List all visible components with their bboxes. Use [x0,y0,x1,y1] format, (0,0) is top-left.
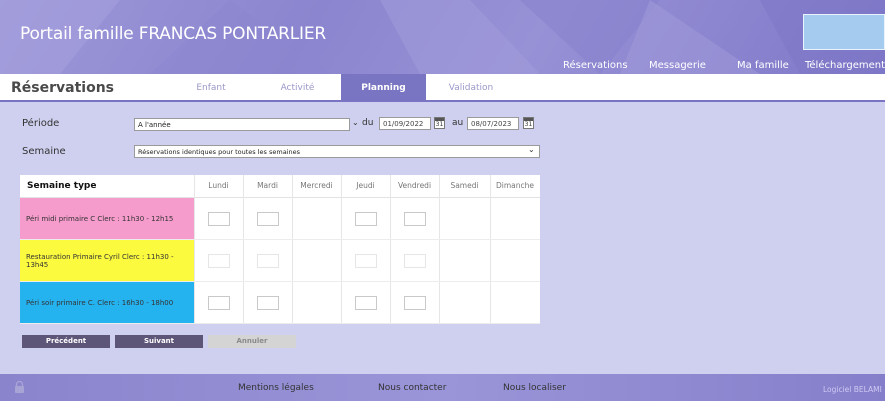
previous-button[interactable]: Précédent [22,335,110,348]
footer-link-nous-contacter[interactable]: Nous contacter [378,383,446,393]
tab-enfant[interactable]: Enfant [186,74,236,102]
portal-brand[interactable]: Portail famille FRANCAS PONTARLIER [20,24,326,44]
footer-link-nous-localiser[interactable]: Nous localiser [503,383,566,393]
checkbox-peri-soir-vendredi[interactable] [404,296,426,310]
date-from-calendar-icon[interactable]: 31 [434,117,445,129]
table-row: Péri soir primaire C. Clerc : 16h30 - 18… [20,282,540,324]
checkbox-restauration-mardi[interactable] [257,254,279,268]
au-label: au [452,118,464,128]
nav-ma-famille[interactable]: Ma famille [737,60,789,71]
footer: Mentions légales Nous contacter Nous loc… [0,374,885,401]
checkbox-peri-midi-jeudi[interactable] [355,212,377,226]
periode-chevron-down-icon[interactable]: ⌄ [352,118,359,127]
checkbox-restauration-vendredi[interactable] [404,254,426,268]
checkbox-peri-soir-lundi[interactable] [208,296,230,310]
next-button[interactable]: Suivant [115,335,203,348]
lock-icon[interactable] [14,381,25,393]
table-row: Péri midi primaire C Clerc : 11h30 - 12h… [20,198,540,240]
footer-credit-link[interactable]: Logiciel BELAMI [823,385,882,394]
page-title: Réservations [11,80,114,96]
header-banner: Portail famille FRANCAS PONTARLIER Réser… [0,0,885,74]
tab-activite[interactable]: Activité [270,74,325,102]
table-header: Semaine type Lundi Mardi Mercredi Jeudi … [20,175,540,198]
checkbox-restauration-jeudi[interactable] [355,254,377,268]
column-header-lundi: Lundi [208,181,229,190]
checkbox-peri-midi-vendredi[interactable] [404,212,426,226]
semaine-label: Semaine [22,146,66,157]
column-header-vendredi: Vendredi [397,181,432,190]
user-avatar-box[interactable] [803,14,885,50]
weekly-planning-table: Semaine type Lundi Mardi Mercredi Jeudi … [20,175,540,324]
periode-label: Période [22,118,60,129]
steps-tab-bar: Réservations Enfant Activité Planning Va… [0,74,885,102]
column-header-samedi: Samedi [450,181,479,190]
date-from-input[interactable]: 01/09/2022 [379,117,431,130]
footer-link-mentions-legales[interactable]: Mentions légales [238,383,314,393]
date-to-calendar-icon[interactable]: 31 [523,117,534,129]
nav-messagerie[interactable]: Messagerie [649,60,706,71]
column-header-mardi: Mardi [257,181,278,190]
tab-planning[interactable]: Planning [341,74,426,102]
tab-underline [0,100,885,102]
semaine-select[interactable]: Réservations identiques pour toutes les … [134,145,540,158]
cancel-button[interactable]: Annuler [208,335,296,348]
checkbox-peri-soir-jeudi[interactable] [355,296,377,310]
checkbox-peri-soir-mardi[interactable] [257,296,279,310]
brand-prefix: Portail famille [20,24,134,44]
row-label-peri-midi: Péri midi primaire C Clerc : 11h30 - 12h… [20,198,194,239]
table-row: Restauration Primaire Cyril Clerc : 11h3… [20,240,540,282]
row-label-restauration: Restauration Primaire Cyril Clerc : 11h3… [20,240,194,281]
periode-select[interactable]: A l'année [134,118,350,131]
column-header-jeudi: Jeudi [356,181,375,190]
semaine-chevron-down-icon[interactable]: ⌄ [528,145,535,154]
checkbox-peri-midi-mardi[interactable] [257,212,279,226]
nav-telechargements[interactable]: Téléchargements [805,60,885,71]
tab-validation[interactable]: Validation [446,74,496,102]
date-to-input[interactable]: 08/07/2023 [467,117,519,130]
row-label-peri-soir: Péri soir primaire C. Clerc : 16h30 - 18… [20,282,194,323]
brand-organization: FRANCAS PONTARLIER [138,24,327,44]
checkbox-peri-midi-lundi[interactable] [208,212,230,226]
du-label: du [362,118,374,128]
checkbox-restauration-lundi[interactable] [208,254,230,268]
column-header-mercredi: Mercredi [300,181,333,190]
column-header-semaine-type: Semaine type [27,181,97,191]
top-navigation: Réservations Messagerie Ma famille Téléc… [0,60,885,74]
nav-reservations[interactable]: Réservations [563,60,628,71]
column-header-dimanche: Dimanche [495,181,534,190]
